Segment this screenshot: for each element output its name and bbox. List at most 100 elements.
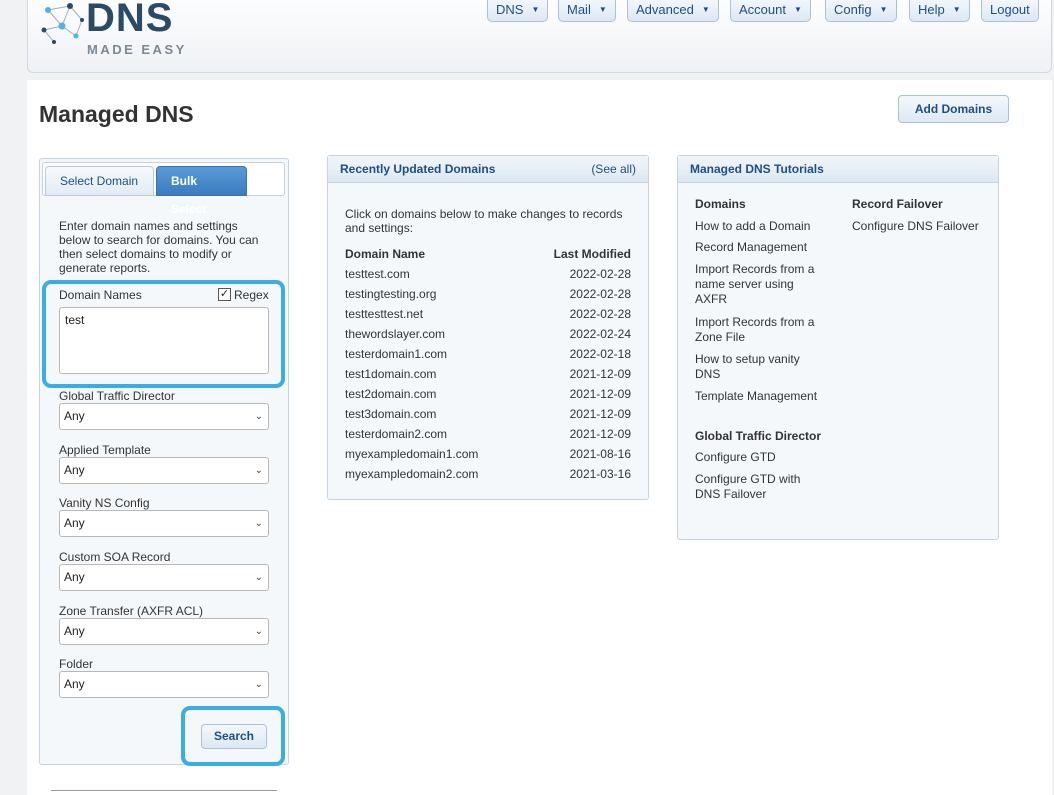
tutorial-link[interactable]: How to add a Domain xyxy=(695,219,835,234)
dns-made-easy-logo[interactable]: DNS MADE EASY xyxy=(40,0,200,58)
domain-link[interactable]: test3domain.com xyxy=(345,407,436,421)
nav-config[interactable]: Config ▼ xyxy=(825,0,897,22)
table-row[interactable]: testtesttest.net 2022-02-28 xyxy=(345,307,631,323)
table-row[interactable]: thewordslayer.com 2022-02-24 xyxy=(345,327,631,343)
tutorial-link[interactable]: Import Records from a Zone File xyxy=(695,315,825,345)
filter-select-folder[interactable]: Any ⌄ xyxy=(59,671,269,698)
select-value: Any xyxy=(64,677,85,691)
domain-link[interactable]: test2domain.com xyxy=(345,387,436,401)
domain-link[interactable]: myexampledomain1.com xyxy=(345,447,478,461)
caret-down-icon: ▼ xyxy=(952,4,961,14)
nav-dns-label: DNS xyxy=(496,1,524,17)
recent-intro: Click on domains below to make changes t… xyxy=(345,207,623,235)
nav-mail[interactable]: Mail ▼ xyxy=(558,0,616,22)
chevron-down-icon: ⌄ xyxy=(254,465,263,476)
select-value: Any xyxy=(64,516,85,530)
modified-date: 2021-12-09 xyxy=(569,367,631,381)
table-row[interactable]: test1domain.com 2021-12-09 xyxy=(345,367,631,383)
domain-link[interactable]: testtesttest.net xyxy=(345,307,423,321)
filter-label-vanity: Vanity NS Config xyxy=(59,496,150,510)
tab-select-domain[interactable]: Select Domain xyxy=(45,166,154,196)
recent-domains-title: Recently Updated Domains xyxy=(340,162,496,176)
chevron-down-icon: ⌄ xyxy=(254,411,263,422)
tutorials-failover-heading: Record Failover xyxy=(852,197,943,211)
tutorial-link[interactable]: Configure GTD xyxy=(695,450,835,465)
caret-down-icon: ▼ xyxy=(701,4,710,14)
modified-date: 2021-12-09 xyxy=(569,387,631,401)
filter-select-axfr[interactable]: Any ⌄ xyxy=(59,618,269,645)
caret-down-icon: ▼ xyxy=(879,4,888,14)
table-row[interactable]: myexampledomain1.com 2021-08-16 xyxy=(345,447,631,463)
filter-label-gtd: Global Traffic Director xyxy=(59,389,175,403)
nav-advanced-label: Advanced xyxy=(636,1,694,17)
recent-table-header: Domain Name Last Modified xyxy=(345,247,631,263)
add-domains-button[interactable]: Add Domains xyxy=(898,95,1009,123)
domain-link[interactable]: test1domain.com xyxy=(345,367,436,381)
domain-link[interactable]: testerdomain2.com xyxy=(345,427,447,441)
modified-date: 2021-08-16 xyxy=(569,447,631,461)
domain-names-highlight xyxy=(42,280,285,388)
nav-account-label: Account xyxy=(739,1,786,17)
tutorial-link[interactable]: Import Records from a name server using … xyxy=(695,262,825,307)
network-logo-icon xyxy=(41,3,84,44)
nav-help-label: Help xyxy=(918,1,945,17)
divider xyxy=(51,790,277,791)
filter-select-gtd[interactable]: Any ⌄ xyxy=(59,403,269,430)
modified-date: 2022-02-18 xyxy=(569,347,631,361)
nav-config-label: Config xyxy=(834,1,872,17)
filter-select-template[interactable]: Any ⌄ xyxy=(59,457,269,484)
domain-link[interactable]: thewordslayer.com xyxy=(345,327,445,341)
modified-date: 2022-02-28 xyxy=(569,307,631,321)
tutorial-link[interactable]: Configure GTD with DNS Failover xyxy=(695,472,815,502)
nav-dns[interactable]: DNS ▼ xyxy=(487,0,549,22)
filter-label-soa: Custom SOA Record xyxy=(59,550,171,564)
modified-date: 2022-02-28 xyxy=(569,287,631,301)
caret-down-icon: ▼ xyxy=(793,4,802,14)
tab-bulk-select[interactable]: Bulk Select xyxy=(156,166,247,216)
tutorial-link[interactable]: Configure DNS Failover xyxy=(852,219,992,234)
nav-account[interactable]: Account ▼ xyxy=(730,0,811,22)
see-all-link[interactable]: (See all) xyxy=(591,156,636,182)
chevron-down-icon: ⌄ xyxy=(254,572,263,583)
table-row[interactable]: test2domain.com 2021-12-09 xyxy=(345,387,631,403)
tutorial-link[interactable]: Template Management xyxy=(695,389,835,404)
table-row[interactable]: testerdomain2.com 2021-12-09 xyxy=(345,427,631,443)
table-row[interactable]: myexampledomain2.com 2021-03-16 xyxy=(345,467,631,483)
tutorials-header: Managed DNS Tutorials xyxy=(678,156,998,183)
select-value: Any xyxy=(64,463,85,477)
caret-down-icon: ▼ xyxy=(598,4,607,14)
filter-label-folder: Folder xyxy=(59,657,94,671)
col-last-modified: Last Modified xyxy=(553,247,631,261)
nav-logout[interactable]: Logout xyxy=(981,0,1039,22)
tutorials-gtd-heading: Global Traffic Director xyxy=(695,429,822,443)
logo-main-text: DNS xyxy=(86,0,174,40)
search-button-highlight xyxy=(181,706,285,766)
filter-select-vanity[interactable]: Any ⌄ xyxy=(59,510,269,537)
tutorials-title: Managed DNS Tutorials xyxy=(690,162,824,176)
select-value: Any xyxy=(64,624,85,638)
tutorial-link[interactable]: How to setup vanity DNS xyxy=(695,352,815,382)
chevron-down-icon: ⌄ xyxy=(254,679,263,690)
caret-down-icon: ▼ xyxy=(531,4,540,14)
modified-date: 2022-02-24 xyxy=(569,327,631,341)
col-domain-name: Domain Name xyxy=(345,247,426,261)
domain-link[interactable]: testingtesting.org xyxy=(345,287,436,301)
select-value: Any xyxy=(64,409,85,423)
recent-domains-header: Recently Updated Domains (See all) xyxy=(328,156,648,183)
table-row[interactable]: testtest.com 2022-02-28 xyxy=(345,267,631,283)
nav-advanced[interactable]: Advanced ▼ xyxy=(627,0,719,22)
table-row[interactable]: testingtesting.org 2022-02-28 xyxy=(345,287,631,303)
table-row[interactable]: testerdomain1.com 2022-02-18 xyxy=(345,347,631,363)
domain-link[interactable]: myexampledomain2.com xyxy=(345,467,478,481)
table-row[interactable]: test3domain.com 2021-12-09 xyxy=(345,407,631,423)
nav-help[interactable]: Help ▼ xyxy=(909,0,970,22)
bulk-select-intro: Enter domain names and settings below to… xyxy=(59,219,259,275)
nav-mail-label: Mail xyxy=(567,1,591,17)
logo-sub-text: MADE EASY xyxy=(87,42,187,57)
modified-date: 2022-02-28 xyxy=(569,267,631,281)
domain-link[interactable]: testtest.com xyxy=(345,267,410,281)
domain-link[interactable]: testerdomain1.com xyxy=(345,347,447,361)
tutorial-link[interactable]: Record Management xyxy=(695,240,835,255)
chevron-down-icon: ⌄ xyxy=(254,518,263,529)
filter-select-soa[interactable]: Any ⌄ xyxy=(59,564,269,591)
